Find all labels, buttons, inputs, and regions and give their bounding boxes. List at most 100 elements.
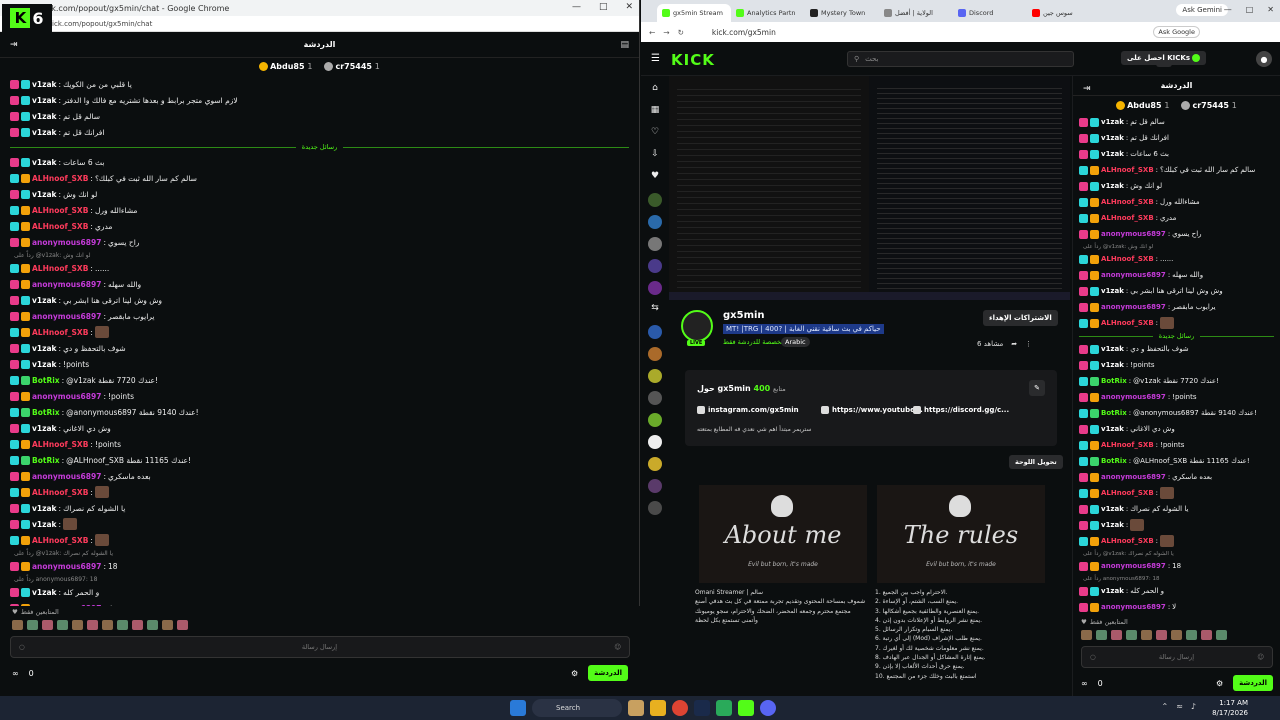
chat-message[interactable]: v1zak: !points — [1079, 357, 1274, 373]
browse-icon[interactable]: ▦ — [648, 105, 662, 119]
chat-username[interactable]: v1zak — [1101, 182, 1124, 190]
share-icon[interactable]: ➦ — [1011, 340, 1017, 348]
chat-message[interactable]: v1zak: !points — [10, 356, 629, 372]
chat-message[interactable]: ALHnoof_SXB: — [1079, 485, 1274, 501]
chat-input[interactable]: ○ إرسال رسالة ☺ — [10, 636, 630, 658]
send-icon[interactable]: ○ — [1090, 653, 1096, 661]
channel-avatar[interactable] — [648, 391, 662, 405]
chat-username[interactable]: anonymous6897 — [1101, 603, 1166, 611]
chat-message[interactable]: v1zak: بث 6 ساعات — [1079, 146, 1274, 162]
chat-message[interactable]: anonymous6897: والله سهله — [1079, 267, 1274, 283]
channel-name[interactable]: gx5min — [723, 310, 765, 321]
chat-username[interactable]: ALHnoof_SXB — [32, 488, 88, 497]
chat-message[interactable]: anonymous6897: راح يسوي — [1079, 226, 1274, 242]
instagram-link[interactable]: instagram.com/gx5min — [697, 406, 799, 414]
chat-message[interactable]: anonymous6897: !points — [1079, 389, 1274, 405]
chat-username[interactable]: ALHnoof_SXB — [1101, 198, 1154, 206]
channel-avatar[interactable] — [648, 413, 662, 427]
channel-avatar[interactable] — [648, 237, 662, 251]
chat-username[interactable]: v1zak — [32, 158, 57, 167]
address-bar[interactable]: kick.com/popout/gx5min/chat — [0, 16, 639, 32]
gifter-entry[interactable]: cr75445 1 — [1181, 100, 1237, 110]
chat-message[interactable]: v1zak: وش دي الاغاني — [10, 420, 629, 436]
chat-username[interactable]: v1zak — [32, 96, 57, 105]
chat-message[interactable]: BotRix: @anonymous6897 عندك 9140 نقطة! — [1079, 405, 1274, 421]
emote-icon[interactable] — [57, 620, 68, 630]
chat-username[interactable]: ALHnoof_SXB — [32, 536, 88, 545]
browser-tab[interactable]: الولاية | أفضل — [879, 4, 953, 22]
chat-username[interactable]: anonymous6897 — [1101, 271, 1166, 279]
chat-message[interactable]: anonymous6897: يرايوب مابقصر — [1079, 299, 1274, 315]
chat-message[interactable]: anonymous6897: !points — [10, 388, 629, 404]
chat-message[interactable]: anonymous6897: والله سهله — [10, 276, 629, 292]
chat-message[interactable]: ALHnoof_SXB: !points — [1079, 437, 1274, 453]
download-icon[interactable]: ⇩ — [648, 149, 662, 163]
chat-message[interactable]: anonymous6897:18 — [10, 558, 629, 574]
chat-message[interactable]: ALHnoof_SXB: مشاءالله ورل — [10, 202, 629, 218]
emote-icon[interactable] — [1081, 630, 1092, 640]
chat-username[interactable]: ALHnoof_SXB — [32, 440, 88, 449]
collapse-icon[interactable]: ⇥ — [10, 40, 18, 50]
reload-icon[interactable]: ↻ — [678, 28, 684, 37]
chat-username[interactable]: ALHnoof_SXB — [1101, 441, 1154, 449]
chat-username[interactable]: anonymous6897 — [1101, 473, 1166, 481]
widgets-icon[interactable] — [628, 700, 644, 716]
chat-message[interactable]: v1zak: لو انك وش — [10, 186, 629, 202]
chat-username[interactable]: anonymous6897 — [32, 472, 101, 481]
emote-icon[interactable] — [1126, 630, 1137, 640]
chat-message[interactable]: v1zak: شوف بالتحفظ و دي — [10, 340, 629, 356]
favorites-icon[interactable]: ♡ — [648, 127, 662, 141]
chat-username[interactable]: v1zak — [1101, 345, 1124, 353]
chat-message[interactable]: ALHnoof_SXB: سالم كم سار الله ثبت في كبلك… — [1079, 162, 1274, 178]
wifi-icon[interactable]: ≈ — [1176, 702, 1183, 711]
infinity-icon[interactable]: ∞ — [1081, 679, 1088, 688]
chat-username[interactable]: BotRix — [1101, 377, 1127, 385]
chat-message[interactable]: ALHnoof_SXB: — [10, 532, 629, 548]
emote-icon[interactable] — [117, 620, 128, 630]
chat-username[interactable]: ALHnoof_SXB — [1101, 319, 1154, 327]
chat-username[interactable]: ALHnoof_SXB — [1101, 166, 1154, 174]
expand-rail-icon[interactable]: ⇆ — [648, 303, 662, 317]
minimize-icon[interactable]: — — [572, 2, 581, 12]
chat-username[interactable]: anonymous6897 — [32, 238, 101, 247]
chat-message[interactable]: ALHnoof_SXB: سالم كم سار الله ثبت في كبلك… — [10, 170, 629, 186]
language-tag[interactable]: Arabic — [781, 337, 810, 347]
chat-username[interactable]: anonymous6897 — [1101, 562, 1166, 570]
gifter-entry[interactable]: Abdu85 1 — [1116, 100, 1169, 110]
settings-gear-icon[interactable]: ⚙ — [571, 669, 578, 678]
chat-username[interactable]: BotRix — [1101, 409, 1127, 417]
ask-google-button[interactable]: Ask Google — [1153, 26, 1200, 38]
chat-username[interactable]: v1zak — [1101, 134, 1124, 142]
emote-icon[interactable] — [42, 620, 53, 630]
emote-icon[interactable] — [1216, 630, 1227, 640]
emote-icon[interactable] — [12, 620, 23, 630]
emote-icon[interactable] — [1171, 630, 1182, 640]
ask-gemini-button[interactable]: Ask Gemini — [1176, 4, 1228, 16]
chat-username[interactable]: anonymous6897 — [32, 392, 101, 401]
chat-username[interactable]: ALHnoof_SXB — [1101, 537, 1154, 545]
emote-icon[interactable] — [102, 620, 113, 630]
discord-link[interactable]: https://discord.gg/c... — [913, 406, 1009, 414]
chat-username[interactable]: anonymous6897 — [32, 562, 101, 571]
chat-username[interactable]: ALHnoof_SXB — [32, 222, 88, 231]
settings-gear-icon[interactable]: ⚙ — [1216, 679, 1223, 688]
emote-icon[interactable] — [87, 620, 98, 630]
chat-message[interactable]: BotRix: @v1zak عندك 7720 نقطة! — [1079, 373, 1274, 389]
emote-icon[interactable] — [177, 620, 188, 630]
gifter-entry[interactable]: cr75445 1 — [324, 61, 380, 71]
chat-username[interactable]: v1zak — [1101, 287, 1124, 295]
emote-bar[interactable] — [1073, 628, 1280, 642]
chat-message[interactable]: BotRix: @anonymous6897 عندك 9140 نقطة! — [10, 404, 629, 420]
maximize-icon[interactable]: □ — [599, 2, 608, 12]
gifter-entry[interactable]: Abdu85 1 — [259, 61, 312, 71]
minimize-icon[interactable]: — — [1224, 5, 1232, 14]
chat-send-button[interactable]: الدردشة — [588, 665, 628, 681]
chat-username[interactable]: v1zak — [1101, 361, 1124, 369]
emote-icon[interactable] — [1096, 630, 1107, 640]
kick-app-icon[interactable] — [738, 700, 754, 716]
start-icon[interactable] — [510, 700, 526, 716]
chat-message[interactable]: v1zak: يا قلبي من من الكويك — [10, 76, 629, 92]
emoji-picker-icon[interactable]: ☺ — [614, 643, 621, 651]
chat-username[interactable]: BotRix — [1101, 457, 1127, 465]
video-player[interactable] — [669, 76, 1070, 300]
